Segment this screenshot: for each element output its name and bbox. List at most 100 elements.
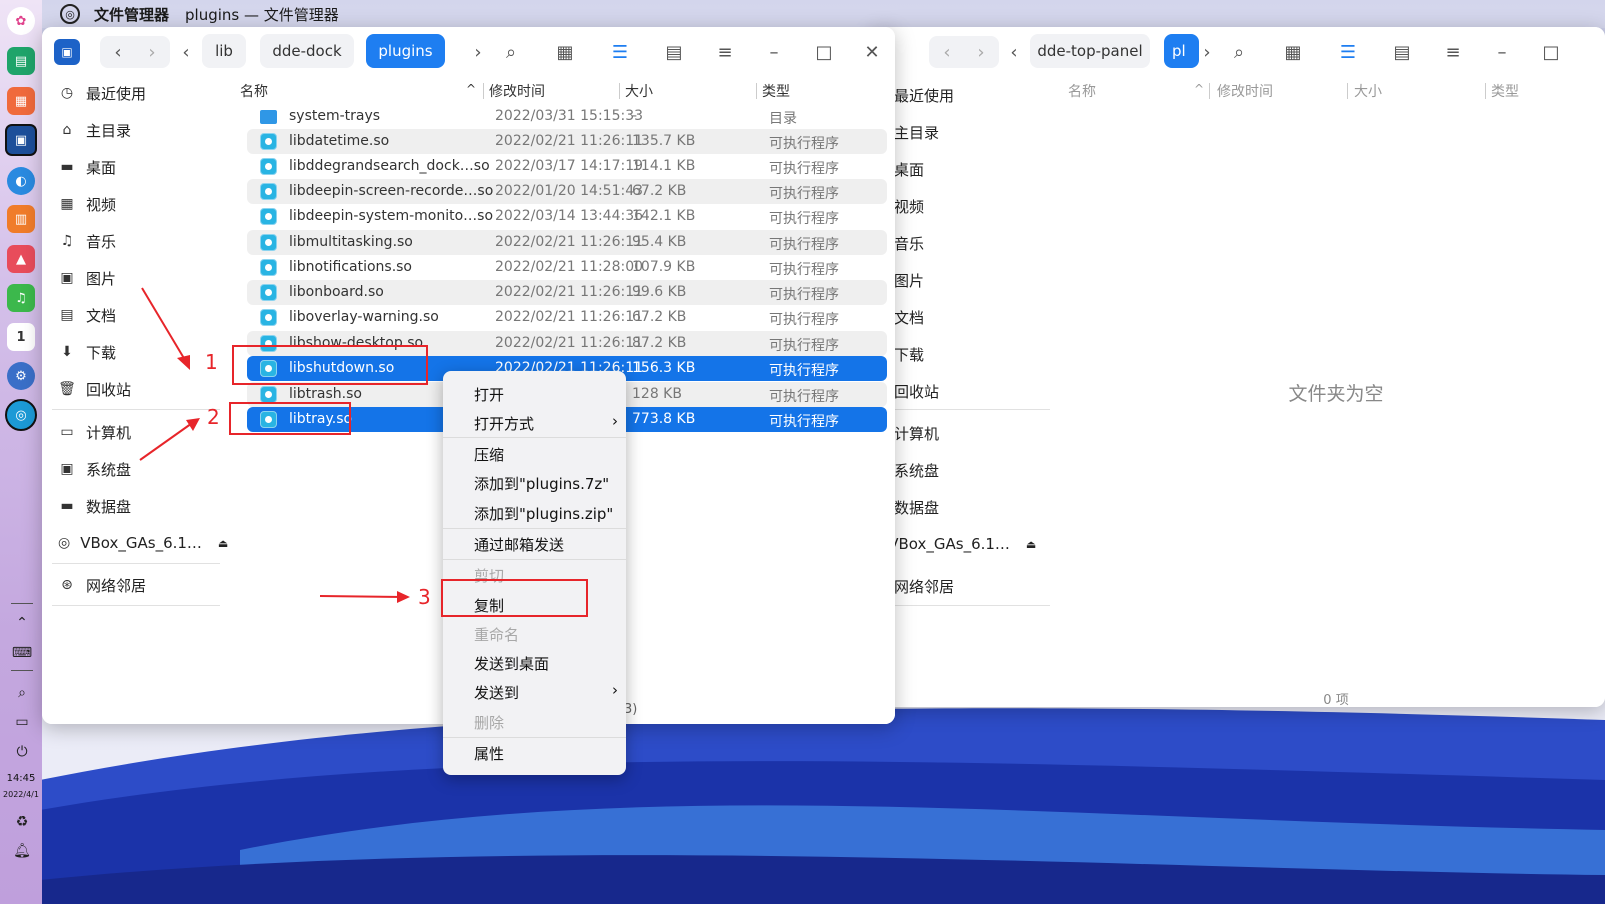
trash-dock-icon[interactable]: ♻ <box>11 811 33 833</box>
back-button[interactable]: ‹ <box>930 35 964 69</box>
sidebar-item-desktop[interactable]: ▬桌面 <box>872 151 1035 187</box>
sidebar-item-home[interactable]: ⌂主目录 <box>52 112 227 148</box>
sidebar-item-videos[interactable]: ▦视频 <box>872 188 1035 224</box>
sidebar-item-recent[interactable]: ◷最近使用 <box>872 77 1035 113</box>
calendar-icon[interactable]: 1 <box>7 323 35 351</box>
file-manager-icon[interactable]: ▣ <box>5 124 37 156</box>
table-row[interactable]: libdeepin-system-monito…so 2022/03/14 13:… <box>247 204 887 229</box>
file-list-area[interactable]: 名称 ^ 修改时间 大小 类型 文件夹为空 0 项 <box>1067 77 1605 707</box>
search-button[interactable]: ⌕ <box>1222 35 1256 69</box>
sidebar-item-trash[interactable]: 🗑︎回收站 <box>52 371 227 407</box>
keyboard-icon[interactable]: ⌨ <box>11 642 33 664</box>
table-row[interactable]: liboverlay-warning.so 2022/02/21 11:26:11… <box>247 305 887 330</box>
menu-item-add-7z[interactable]: 添加到"plugins.7z" <box>443 468 626 497</box>
search-icon[interactable]: ⌕ <box>11 682 33 704</box>
eject-icon[interactable]: ⏏ <box>1026 538 1036 551</box>
column-size-header[interactable]: 大小 <box>1354 81 1382 101</box>
column-modified-header[interactable]: 修改时间 <box>1217 81 1273 101</box>
sidebar-item-music[interactable]: ♫音乐 <box>52 223 227 259</box>
table-row[interactable]: libonboard.so 2022/02/21 11:26:11 99.6 KB 可… <box>247 280 887 305</box>
tree-view-button[interactable]: ▤ <box>657 35 691 69</box>
column-size-header[interactable]: 大小 <box>625 81 653 101</box>
column-name-header[interactable]: 名称 <box>240 81 268 101</box>
menu-item-send-to-desktop[interactable]: 发送到桌面 <box>443 648 626 677</box>
breadcrumb-item[interactable]: dde-dock <box>260 34 354 68</box>
sidebar-item-music[interactable]: ♫音乐 <box>872 225 1035 261</box>
app-store-icon[interactable]: ▦ <box>7 87 35 115</box>
sidebar-item-trash[interactable]: 🗑︎回收站 <box>872 373 1035 409</box>
menu-item-send-to[interactable]: 发送到 › <box>443 677 626 706</box>
crumb-scroll-left[interactable]: ‹ <box>169 35 203 69</box>
package-icon[interactable]: ▥ <box>7 205 35 233</box>
sidebar-item-data-disk[interactable]: ▬数据盘 <box>52 488 227 524</box>
icon-view-button[interactable]: ▦ <box>1276 35 1310 69</box>
edge-icon[interactable]: ◎ <box>5 399 37 431</box>
multitask-icon[interactable]: ▤ <box>7 47 35 75</box>
menu-item-compress[interactable]: 压缩 <box>443 439 626 468</box>
forward-button[interactable]: › <box>964 35 998 69</box>
column-type-header[interactable]: 类型 <box>1491 81 1519 101</box>
launcher-icon[interactable]: ✿ <box>7 7 35 35</box>
close-button[interactable]: ✕ <box>855 35 889 69</box>
column-name-header[interactable]: 名称 <box>1068 81 1096 101</box>
sidebar-item-documents[interactable]: ▤文档 <box>52 297 227 333</box>
settings-icon[interactable]: ⚙ <box>7 362 35 390</box>
breadcrumb-item[interactable]: lib <box>202 34 246 68</box>
back-button[interactable]: ‹ <box>101 35 135 69</box>
sidebar-item-data-disk[interactable]: ▬数据盘 <box>872 489 1035 525</box>
music-icon[interactable]: ♫ <box>7 284 35 312</box>
menu-item-open[interactable]: 打开 <box>443 379 626 408</box>
crumb-scroll-right[interactable]: › <box>1190 35 1224 69</box>
sidebar-item-system-disk[interactable]: ▣系统盘 <box>52 451 227 487</box>
list-view-button[interactable]: ☰ <box>1331 35 1365 69</box>
sidebar-item-system-disk[interactable]: ▣系统盘 <box>872 452 1035 488</box>
menu-item-open-with[interactable]: 打开方式 › <box>443 408 626 437</box>
forward-button[interactable]: › <box>135 35 169 69</box>
tree-view-button[interactable]: ▤ <box>1385 35 1419 69</box>
browser-icon[interactable]: ◐ <box>7 167 35 195</box>
menu-item-delete[interactable]: 删除 <box>443 707 626 736</box>
sidebar-item-vbox[interactable]: ◎VBox_GAs_6.1…⏏ <box>872 526 1036 562</box>
menu-item-add-zip[interactable]: 添加到"plugins.zip" <box>443 498 626 527</box>
menu-button[interactable]: ≡ <box>708 35 742 69</box>
sidebar-item-pictures[interactable]: ▣图片 <box>872 262 1035 298</box>
breadcrumb-item[interactable]: dde-top-panel <box>1030 34 1150 68</box>
sidebar-item-downloads[interactable]: ⬇下载 <box>872 336 1035 372</box>
chevron-up-icon[interactable]: ⌃ <box>11 612 33 634</box>
sidebar-item-vbox[interactable]: ◎VBox_GAs_6.1…⏏ <box>52 525 228 561</box>
crumb-scroll-right[interactable]: › <box>461 35 495 69</box>
sidebar-item-desktop[interactable]: ▬桌面 <box>52 149 227 185</box>
power-icon[interactable]: ⏻ <box>11 741 33 763</box>
eject-icon[interactable]: ⏏ <box>218 537 228 550</box>
sidebar-item-pictures[interactable]: ▣图片 <box>52 260 227 296</box>
sidebar-item-documents[interactable]: ▤文档 <box>872 299 1035 335</box>
icon-view-button[interactable]: ▦ <box>548 35 582 69</box>
table-row[interactable]: libnotifications.so 2022/02/21 11:28:00 10… <box>247 255 887 280</box>
minimize-button[interactable]: – <box>757 35 791 69</box>
sidebar-item-home[interactable]: ⌂主目录 <box>872 114 1035 150</box>
table-row[interactable]: libdeepin-screen-recorde…so 2022/01/20 14… <box>247 179 887 204</box>
sidebar-item-videos[interactable]: ▦视频 <box>52 186 227 222</box>
sidebar-item-downloads[interactable]: ⬇下载 <box>52 334 227 370</box>
table-row[interactable]: libdatetime.so 2022/02/21 11:26:11 135.7 K… <box>247 129 887 154</box>
notification-bell-icon[interactable]: 🔔︎ <box>11 840 33 862</box>
menu-item-send-email[interactable]: 通过邮箱发送 <box>443 529 626 558</box>
menu-button[interactable]: ≡ <box>1436 35 1470 69</box>
sidebar-item-recent[interactable]: ◷最近使用 <box>52 75 227 111</box>
column-type-header[interactable]: 类型 <box>762 81 790 101</box>
sidebar-item-computer[interactable]: ▭计算机 <box>52 414 227 450</box>
table-row[interactable]: libddegrandsearch_dock…so 2022/03/17 14:1… <box>247 154 887 179</box>
minimize-button[interactable]: – <box>1485 35 1519 69</box>
menu-item-rename[interactable]: 重命名 <box>443 619 626 648</box>
table-row[interactable]: system-trays 2022/03/31 15:15:33- 目录 <box>247 104 887 129</box>
input-method-icon[interactable]: ▭ <box>11 711 33 733</box>
column-modified-header[interactable]: 修改时间 <box>489 81 545 101</box>
crumb-scroll-left[interactable]: ‹ <box>997 35 1031 69</box>
breadcrumb-item-active[interactable]: plugins <box>366 34 445 68</box>
sidebar-item-computer[interactable]: ▭计算机 <box>872 415 1035 451</box>
menu-item-properties[interactable]: 属性 <box>443 738 626 767</box>
list-view-button[interactable]: ☰ <box>603 35 637 69</box>
sidebar-item-network[interactable]: ⊛ 网络邻居 <box>52 567 227 603</box>
maximize-button[interactable]: □ <box>1534 35 1568 69</box>
search-button[interactable]: ⌕ <box>494 35 528 69</box>
